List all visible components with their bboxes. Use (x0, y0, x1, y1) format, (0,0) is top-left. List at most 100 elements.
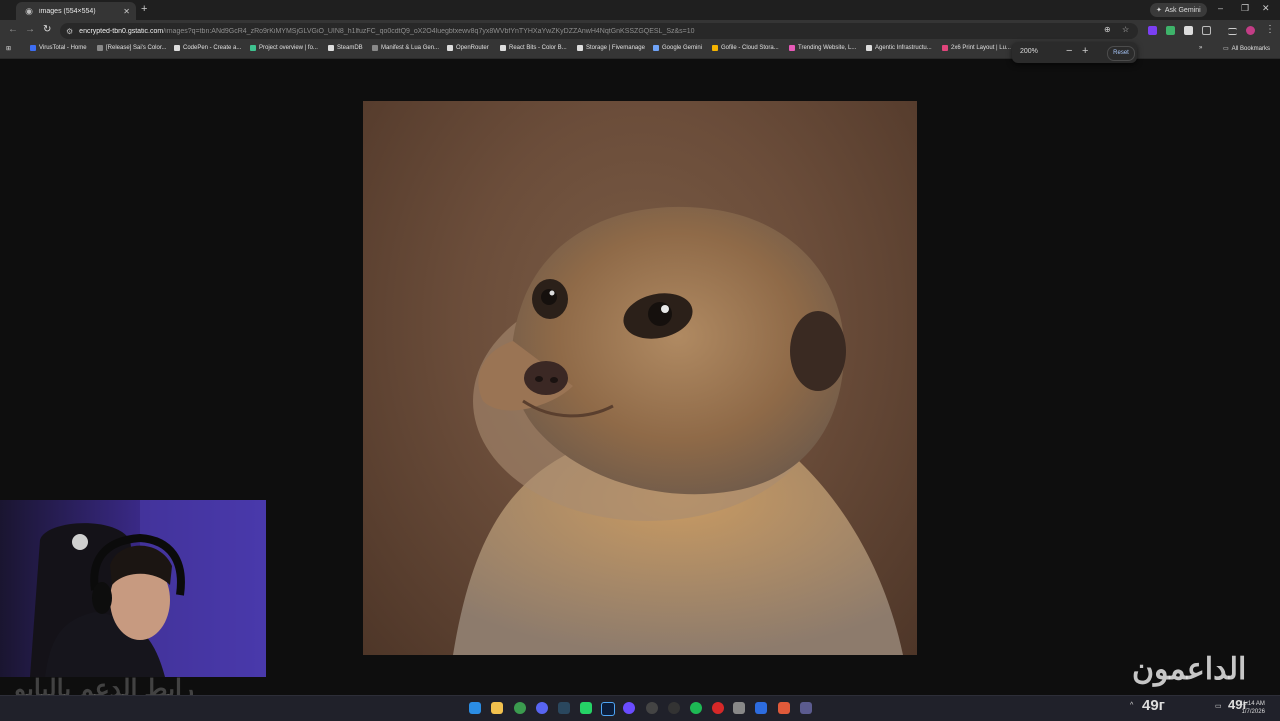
bookmark-item[interactable]: Gofile - Cloud Stora... (712, 45, 779, 51)
meerkat-illustration (453, 206, 903, 655)
bookmark-favicon-icon (97, 45, 103, 51)
app-icon[interactable] (778, 702, 790, 714)
bookmark-favicon-icon (372, 45, 378, 51)
zoom-magnifier-icon[interactable]: ⊕ (1104, 25, 1111, 34)
app-icon[interactable] (755, 702, 767, 714)
bookmark-label: Gofile - Cloud Stora... (721, 45, 779, 51)
app-icon[interactable] (712, 702, 724, 714)
bookmark-item[interactable]: Storage | Fivemanage (577, 45, 645, 51)
bookmark-favicon-icon (250, 45, 256, 51)
bookmark-label: 2x6 Print Layout | Lu... (951, 45, 1011, 51)
bookmark-item[interactable]: Manifest & Lua Gen... (372, 45, 439, 51)
whatsapp-icon[interactable] (580, 702, 592, 714)
settings-icon[interactable] (668, 702, 680, 714)
bookmark-item[interactable]: [Release] Sai's Color... (97, 45, 167, 51)
url-host: encrypted-tbn0.gstatic.com (79, 27, 164, 35)
back-button[interactable]: ← (8, 24, 18, 35)
bookmark-label: Project overview | fo... (259, 45, 318, 51)
bookmark-item[interactable]: React Bits - Color B... (500, 45, 567, 51)
bookmark-favicon-icon (328, 45, 334, 51)
globe-icon: ◉ (25, 6, 33, 16)
ask-gemini-button[interactable]: ✦ Ask Gemini (1150, 3, 1207, 17)
zoom-in-button[interactable]: + (1082, 45, 1088, 57)
bookmark-item[interactable]: SteamDB (328, 45, 363, 51)
bookmark-item[interactable]: Google Gemini (653, 45, 702, 51)
bookmark-item[interactable]: Project overview | fo... (250, 45, 318, 51)
bookmark-label: Manifest & Lua Gen... (381, 45, 440, 51)
bookmark-favicon-icon (653, 45, 659, 51)
brand-watermark: الداعمون (1132, 653, 1247, 686)
system-clock[interactable]: 11:14 AM 1/7/2026 (1240, 700, 1265, 716)
maximize-button[interactable]: ❐ (1241, 3, 1249, 14)
bookmarks-overflow-icon[interactable]: » (1199, 45, 1202, 51)
bookmark-label: Google Gemini (662, 45, 703, 51)
forward-button[interactable]: → (25, 24, 35, 35)
bookmark-label: Agentic Infrastructu... (875, 45, 932, 51)
webcam-overlay (0, 500, 266, 677)
url-text[interactable]: encrypted-tbn0.gstatic.com/images?q=tbn:… (79, 28, 979, 35)
bookmark-favicon-icon (789, 45, 795, 51)
app-icon[interactable] (623, 702, 635, 714)
photoshop-icon[interactable] (601, 702, 615, 716)
zoom-out-button[interactable]: − (1066, 45, 1072, 57)
toolbar: ← → ↻ ⚙ encrypted-tbn0.gstatic.com/image… (0, 20, 1280, 42)
bookmark-item[interactable]: Agentic Infrastructu... (866, 45, 932, 51)
minimize-button[interactable]: – (1218, 3, 1223, 13)
site-info-icon[interactable]: ⚙ (66, 27, 73, 36)
bookmark-favicon-icon (942, 45, 948, 51)
taskbar: 49ᴦ ^ ▭ 49ᴦ 11:14 AM 1/7/2026 (0, 695, 1280, 721)
bookmark-label: VirusTotal - Home (39, 45, 87, 51)
bookmark-item[interactable]: CodePen - Create a... (174, 45, 241, 51)
app-icon[interactable] (800, 702, 812, 714)
all-bookmarks[interactable]: ▭ All Bookmarks (1223, 45, 1270, 53)
spotify-icon[interactable] (690, 702, 702, 714)
url-path: /images?q=tbn:ANd9GcR4_zRo9rKiMYMSjGLVGi… (163, 27, 695, 35)
address-bar[interactable]: ⚙ encrypted-tbn0.gstatic.com/images?q=tb… (60, 23, 1138, 39)
apps-grid-icon[interactable]: ⊞ (6, 45, 11, 52)
extension-icon[interactable] (1148, 26, 1157, 35)
ask-gemini-label: Ask Gemini (1164, 6, 1201, 14)
tab-strip: ◉ images (554×554) ✕ + ✦ Ask Gemini – ❐ … (0, 0, 1280, 20)
meerkat-image (363, 101, 917, 655)
streamer-webcam-illustration (30, 500, 266, 677)
reload-button[interactable]: ↻ (43, 24, 51, 35)
network-icon[interactable]: ▭ (1215, 702, 1222, 710)
bookmark-item[interactable]: 2x6 Print Layout | Lu... (942, 45, 1011, 51)
clock-time: 11:14 AM (1240, 701, 1265, 707)
puzzle-icon[interactable] (1202, 26, 1211, 35)
new-tab-button[interactable]: + (141, 3, 147, 15)
shield-extension-icon[interactable] (1166, 26, 1175, 35)
bookmark-favicon-icon (447, 45, 453, 51)
close-window-button[interactable]: ✕ (1262, 3, 1270, 14)
more-menu-icon[interactable]: ⋮ (1265, 24, 1275, 35)
bookmark-label: Storage | Fivemanage (586, 45, 645, 51)
zoom-reset-button[interactable]: Reset (1107, 46, 1135, 61)
profile-avatar-icon[interactable] (1246, 26, 1255, 35)
steam-icon[interactable] (558, 702, 570, 714)
app-icon[interactable] (733, 702, 745, 714)
bookmark-label: SteamDB (337, 45, 363, 51)
bookmark-item[interactable]: VirusTotal - Home (30, 45, 87, 51)
bookmark-item[interactable]: Trending Website, L... (789, 45, 856, 51)
bookmark-label: CodePen - Create a... (183, 45, 242, 51)
bookmark-label: React Bits - Color B... (509, 45, 567, 51)
weather-temperature[interactable]: 49ᴦ (1142, 697, 1165, 714)
discord-icon[interactable] (536, 702, 548, 714)
bookmark-label: [Release] Sai's Color... (106, 45, 167, 51)
chrome-icon[interactable] (514, 702, 526, 714)
tab-images[interactable]: ◉ images (554×554) ✕ (16, 2, 136, 20)
bookmark-item[interactable]: OpenRouter (447, 45, 489, 51)
tray-overflow-icon[interactable]: ^ (1130, 702, 1133, 709)
bookmark-label: OpenRouter (456, 45, 489, 51)
clock-date: 1/7/2026 (1241, 709, 1265, 715)
tab-title: images (554×554) (39, 7, 96, 15)
obs-icon[interactable] (646, 702, 658, 714)
file-explorer-icon[interactable] (491, 702, 503, 714)
windows-start-icon[interactable] (469, 702, 481, 714)
folder-icon: ▭ (1223, 46, 1229, 52)
close-tab-icon[interactable]: ✕ (123, 7, 130, 16)
extension-icon[interactable] (1184, 26, 1193, 35)
menu-lines-icon[interactable] (1228, 28, 1237, 35)
bookmark-label: Trending Website, L... (798, 45, 857, 51)
bookmark-star-icon[interactable]: ☆ (1122, 25, 1129, 34)
